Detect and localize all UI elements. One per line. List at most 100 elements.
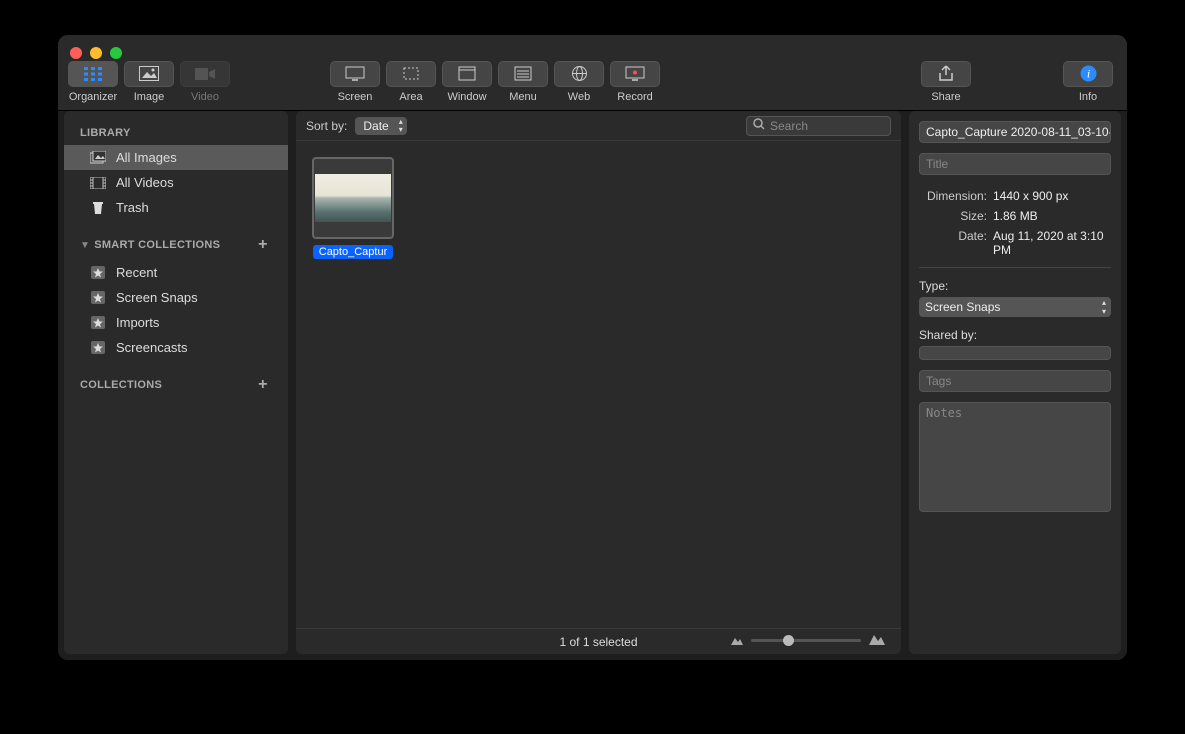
sidebar-item-recent[interactable]: Recent bbox=[64, 260, 288, 285]
dimension-row: Dimension: 1440 x 900 px bbox=[919, 189, 1111, 203]
sidebar-item-all-images[interactable]: All Images bbox=[64, 145, 288, 170]
search-icon bbox=[753, 118, 765, 133]
add-collection-button[interactable]: + bbox=[254, 376, 272, 394]
window-traffic-lights bbox=[70, 47, 122, 59]
filename-field[interactable]: Capto_Capture 2020-08-11_03-10-10 bbox=[919, 121, 1111, 143]
main-toolbar-row: Sort by: Date ▴▾ bbox=[296, 111, 901, 141]
menu-icon bbox=[514, 66, 532, 81]
sidebar-item-trash[interactable]: Trash bbox=[64, 195, 288, 220]
zoom-track[interactable] bbox=[751, 639, 861, 642]
main-toolbar: Organizer Image Video bbox=[58, 35, 1127, 111]
window-capture-button[interactable]: Window bbox=[442, 61, 492, 103]
info-label: Info bbox=[1079, 91, 1097, 103]
sort-by-label: Sort by: bbox=[306, 119, 347, 133]
sidebar: LIBRARY All Images All Videos Trash bbox=[64, 111, 288, 654]
collection-icon bbox=[90, 291, 106, 305]
thumbnail-gallery: Capto_Captur bbox=[296, 141, 901, 628]
screen-icon bbox=[345, 66, 365, 81]
selection-count: 1 of 1 selected bbox=[559, 635, 637, 649]
date-row: Date: Aug 11, 2020 at 3:10 PM bbox=[919, 229, 1111, 257]
image-label: Image bbox=[134, 91, 165, 103]
search-box[interactable] bbox=[746, 116, 891, 136]
share-icon bbox=[938, 65, 954, 82]
sort-by-select[interactable]: Date ▴▾ bbox=[355, 117, 406, 135]
search-input[interactable] bbox=[770, 119, 901, 133]
collection-icon bbox=[90, 316, 106, 330]
film-icon bbox=[90, 176, 106, 190]
type-select[interactable]: Screen Snaps ▴▾ bbox=[919, 297, 1111, 317]
window-icon bbox=[458, 66, 476, 81]
chevron-updown-icon: ▴▾ bbox=[1102, 298, 1106, 316]
sidebar-item-label: Screen Snaps bbox=[116, 290, 198, 305]
title-input[interactable] bbox=[919, 153, 1111, 175]
app-window: Organizer Image Video bbox=[58, 35, 1127, 660]
share-label: Share bbox=[931, 91, 960, 103]
type-label: Type: bbox=[919, 279, 948, 293]
sidebar-item-imports[interactable]: Imports bbox=[64, 310, 288, 335]
main-panel: Sort by: Date ▴▾ Capto_Captur bbox=[296, 111, 901, 654]
share-button[interactable]: Share bbox=[921, 61, 971, 103]
thumbnail-box bbox=[312, 157, 394, 239]
library-header: LIBRARY bbox=[64, 121, 288, 145]
image-icon bbox=[139, 66, 159, 81]
info-icon: i bbox=[1080, 65, 1097, 82]
image-button[interactable]: Image bbox=[124, 61, 174, 103]
window-label: Window bbox=[447, 91, 486, 103]
area-icon bbox=[402, 66, 420, 81]
video-button: Video bbox=[180, 61, 230, 103]
tags-input[interactable] bbox=[919, 370, 1111, 392]
collection-icon bbox=[90, 341, 106, 355]
divider bbox=[919, 267, 1111, 268]
video-icon bbox=[195, 67, 215, 81]
record-icon bbox=[625, 66, 645, 81]
sidebar-item-screencasts[interactable]: Screencasts bbox=[64, 335, 288, 360]
info-panel: Capto_Capture 2020-08-11_03-10-10 Dimens… bbox=[909, 111, 1121, 654]
close-window-button[interactable] bbox=[70, 47, 82, 59]
zoom-out-icon bbox=[731, 634, 743, 648]
grid-icon bbox=[84, 67, 102, 81]
globe-icon bbox=[571, 65, 588, 82]
add-smart-collection-button[interactable]: + bbox=[254, 236, 272, 254]
info-button[interactable]: i Info bbox=[1063, 61, 1113, 103]
web-button[interactable]: Web bbox=[554, 61, 604, 103]
area-label: Area bbox=[399, 91, 422, 103]
sidebar-item-label: All Videos bbox=[116, 175, 174, 190]
record-button[interactable]: Record bbox=[610, 61, 660, 103]
organizer-button[interactable]: Organizer bbox=[68, 61, 118, 103]
content-area: LIBRARY All Images All Videos Trash bbox=[58, 111, 1127, 660]
thumbnail-image bbox=[315, 174, 391, 222]
fullscreen-window-button[interactable] bbox=[110, 47, 122, 59]
notes-input[interactable] bbox=[919, 402, 1111, 512]
screen-label: Screen bbox=[338, 91, 373, 103]
screen-button[interactable]: Screen bbox=[330, 61, 380, 103]
sharedby-value bbox=[919, 346, 1111, 360]
sharedby-label: Shared by: bbox=[919, 328, 977, 342]
web-label: Web bbox=[568, 91, 590, 103]
zoom-slider[interactable] bbox=[731, 633, 885, 648]
chevron-updown-icon: ▴▾ bbox=[399, 118, 403, 134]
sidebar-item-label: Trash bbox=[116, 200, 149, 215]
video-label: Video bbox=[191, 91, 219, 103]
size-row: Size: 1.86 MB bbox=[919, 209, 1111, 223]
sidebar-item-label: Screencasts bbox=[116, 340, 188, 355]
thumbnail-label: Capto_Captur bbox=[313, 245, 394, 259]
sidebar-item-label: All Images bbox=[116, 150, 177, 165]
sidebar-item-label: Imports bbox=[116, 315, 159, 330]
menu-capture-button[interactable]: Menu bbox=[498, 61, 548, 103]
organizer-label: Organizer bbox=[69, 91, 117, 103]
area-button[interactable]: Area bbox=[386, 61, 436, 103]
minimize-window-button[interactable] bbox=[90, 47, 102, 59]
zoom-in-icon bbox=[869, 633, 885, 648]
status-bar: 1 of 1 selected bbox=[296, 628, 901, 654]
zoom-knob[interactable] bbox=[783, 635, 794, 646]
collections-header[interactable]: COLLECTIONS + bbox=[64, 370, 288, 400]
thumbnail-item[interactable]: Capto_Captur bbox=[312, 157, 394, 259]
sidebar-item-all-videos[interactable]: All Videos bbox=[64, 170, 288, 195]
sidebar-item-label: Recent bbox=[116, 265, 157, 280]
collection-icon bbox=[90, 266, 106, 280]
svg-text:i: i bbox=[1086, 67, 1089, 81]
sidebar-item-screen-snaps[interactable]: Screen Snaps bbox=[64, 285, 288, 310]
smart-collections-header[interactable]: ▼SMART COLLECTIONS + bbox=[64, 230, 288, 260]
images-stack-icon bbox=[90, 151, 106, 165]
trash-icon bbox=[90, 201, 106, 215]
